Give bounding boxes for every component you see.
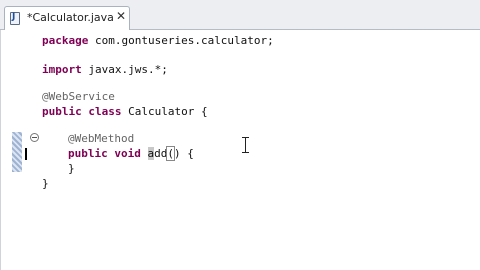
text-caret xyxy=(25,148,27,160)
code-line-method-declaration: public void add() { xyxy=(68,146,194,162)
quick-diff-change-marker[interactable] xyxy=(12,132,22,172)
code-text: } xyxy=(42,177,49,190)
editor-left-border xyxy=(0,30,1,270)
ibeam-cursor-icon xyxy=(240,137,252,153)
close-icon[interactable]: ✕ xyxy=(116,9,126,23)
code-text: ) xyxy=(174,147,181,160)
editor-tab-bar: J *Calculator.java ✕ xyxy=(0,0,480,30)
code-text: Calculator { xyxy=(121,105,208,118)
code-line-annotation-webservice: @WebService xyxy=(42,89,115,105)
keyword: void xyxy=(114,147,141,160)
annotation: @WebMethod xyxy=(68,132,135,145)
keyword: public xyxy=(42,105,82,118)
code-text: { xyxy=(180,147,194,160)
keyword: import xyxy=(42,63,82,76)
code-line-method-close: } xyxy=(68,161,75,177)
keyword: package xyxy=(42,34,89,47)
tab-label: *Calculator.java xyxy=(27,11,114,24)
annotation: @WebService xyxy=(42,90,115,103)
keyword: class xyxy=(88,105,122,118)
keyword: public xyxy=(68,147,108,160)
tab-calculator-java[interactable]: J *Calculator.java ✕ xyxy=(4,6,130,30)
bracket-highlight: ( xyxy=(166,146,175,161)
code-line-annotation-webmethod: @WebMethod xyxy=(68,131,134,147)
code-text: javax.jws.*; xyxy=(81,63,168,76)
code-line-class-declaration: public class Calculator { xyxy=(42,104,208,120)
code-text: com.gontuseries.calculator; xyxy=(88,34,274,47)
code-line-import: import javax.jws.*; xyxy=(42,62,168,78)
fold-collapse-icon[interactable] xyxy=(30,133,39,142)
code-line-package: package com.gontuseries.calculator; xyxy=(42,33,274,49)
code-text: } xyxy=(68,162,75,175)
java-file-icon: J xyxy=(10,12,20,25)
code-line-class-close: } xyxy=(42,176,49,192)
method-name: dd xyxy=(154,147,168,160)
